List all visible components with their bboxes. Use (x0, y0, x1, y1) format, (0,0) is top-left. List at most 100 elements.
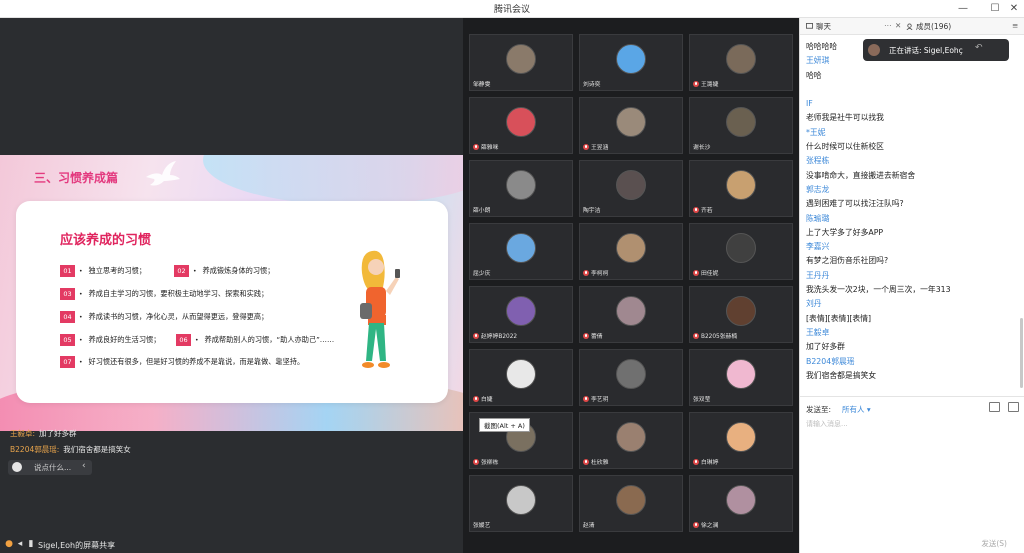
avatar (726, 233, 756, 263)
muted-mic-icon (693, 458, 699, 465)
muted-mic-icon (693, 332, 699, 339)
participant-tile[interactable]: 刘诗奕 (579, 34, 683, 91)
more-icon[interactable]: ⋯ (884, 21, 892, 30)
participant-name-text: 蕾倩 (591, 334, 603, 340)
participant-tile[interactable]: 赵婷婷B2022 (469, 286, 573, 343)
tab-chat[interactable]: 聊天 (806, 21, 831, 32)
participant-name: 薛雅咪 (473, 142, 498, 151)
message-sender[interactable]: 张程栋 (806, 154, 1016, 168)
message-list: 哈哈哈哈 王妍琪 哈哈 IF 老师我是社牛可以找我 *王妮 什么时候可以住新校区… (806, 40, 1016, 383)
participant-tile[interactable]: 王昱涵 (579, 97, 683, 154)
menu-icon[interactable]: ≡ (1012, 21, 1018, 30)
message-sender[interactable]: 刘丹 (806, 297, 1016, 311)
screen-share-area: 三、习惯养成篇 应该养成的习惯 01 • 独立思考的习惯； 02 • 养成锻炼身体的习惯… (0, 18, 463, 553)
participant-tile[interactable]: 赵清 (579, 475, 683, 532)
avatar (506, 170, 536, 200)
habit-text: 养成锻炼身体的习惯； (202, 266, 275, 275)
slide-decoration (203, 155, 463, 205)
participant-tile[interactable]: 屈少庆 (469, 223, 573, 280)
chevron-left-icon[interactable]: ‹ (82, 461, 86, 471)
habit-text: 养成帮助别人的习惯，“助人亦助己”…… (204, 335, 335, 344)
participant-tile[interactable]: 李艺玥 (579, 349, 683, 406)
overlay-chat-name: 王毅卓: (10, 429, 36, 438)
participant-name: 田佳妮 (693, 268, 718, 277)
participant-name: B2205张赫楠 (693, 331, 737, 340)
message-sender[interactable]: 郭志龙 (806, 183, 1016, 197)
participant-tile[interactable]: 薛雅咪 (469, 97, 573, 154)
emoji-icon[interactable] (12, 462, 22, 472)
participant-name-text: 薛小朗 (473, 208, 491, 214)
participant-name-text: 白婕 (481, 397, 493, 403)
overlay-chat-row: 王毅卓: 加了好多群 (10, 428, 77, 439)
participant-name: 张双莹 (693, 394, 710, 403)
chat-icon (806, 23, 813, 29)
panel-tabs: 聊天 ⋯ ✕ 成员(196) ≡ (800, 18, 1024, 35)
participant-tile[interactable]: 齐若 (689, 160, 793, 217)
message-input[interactable]: 请输入消息... (806, 419, 848, 429)
send-to-select[interactable]: 所有人 ▾ (842, 404, 871, 415)
participant-name-text: 李柯柯 (591, 271, 609, 277)
sharing-label: Sigel,Eoh的屏幕共享 (38, 541, 116, 550)
participant-tile[interactable]: 薛小朗 (469, 160, 573, 217)
close-icon[interactable]: ✕ (895, 21, 901, 30)
user-icon[interactable]: ● (4, 539, 14, 550)
participant-tile[interactable]: 王潞婕 (689, 34, 793, 91)
participant-name-text: 赵清 (583, 523, 595, 529)
participant-tile[interactable]: 李柯柯 (579, 223, 683, 280)
speaking-indicator: 正在讲话: Sigel,Eohç ↶ (863, 39, 1009, 61)
participant-name: 邹静雯 (473, 79, 490, 88)
girl-illustration (360, 250, 400, 368)
folder-icon[interactable] (989, 402, 1000, 412)
habit-text: 养成读书的习惯，净化心灵，从而望得更远，登得更高； (88, 312, 269, 321)
participant-name-text: 屈少庆 (473, 271, 491, 277)
message-sender[interactable]: 陈瑜璐 (806, 212, 1016, 226)
file-icon[interactable] (1008, 402, 1019, 412)
muted-mic-icon (583, 332, 589, 339)
participant-name-text: 刘诗奕 (583, 82, 601, 88)
habit-item: 01 • 独立思考的习惯； (60, 265, 146, 277)
message-text: 有梦之泪伤音乐社团吗? (806, 256, 889, 266)
chat-composer: 发送至: 所有人 ▾ 请输入消息... 发送(S) (800, 396, 1024, 553)
participant-tile[interactable]: 白琳婷 (689, 412, 793, 469)
participant-tile[interactable]: 张媛艺 (469, 475, 573, 532)
participant-name: 李柯柯 (583, 268, 608, 277)
volume-icon[interactable]: ◂ (15, 539, 25, 550)
participant-name: 齐若 (693, 205, 713, 214)
participant-name: 蕾倩 (583, 331, 603, 340)
maximize-icon[interactable]: ☐ (986, 0, 1004, 18)
chat-scrollbar[interactable] (1020, 318, 1023, 388)
message-sender[interactable]: B2204郭晨瑶 (806, 355, 1016, 369)
participant-tile[interactable]: 邹静雯 (469, 34, 573, 91)
participant-name: 赵婷婷B2022 (473, 331, 517, 340)
participant-tile[interactable]: 蕾倩 (579, 286, 683, 343)
message-sender[interactable]: *王妮 (806, 126, 1016, 140)
muted-mic-icon (583, 269, 589, 276)
participant-name: 薛小朗 (473, 205, 490, 214)
participant-name-text: 齐若 (701, 208, 713, 214)
participant-tile[interactable]: 陶宇洁 (579, 160, 683, 217)
reply-icon[interactable]: ↶ (975, 43, 983, 53)
participant-tile[interactable]: 田佳妮 (689, 223, 793, 280)
close-icon[interactable]: ✕ (1005, 0, 1023, 18)
participant-name: 杜欣雅 (583, 457, 608, 466)
mic-icon[interactable]: ▮ (26, 539, 36, 550)
message-sender[interactable]: 王毅卓 (806, 326, 1016, 340)
participant-tile[interactable]: 张双莹 (689, 349, 793, 406)
message-sender[interactable]: 王丹丹 (806, 269, 1016, 283)
message-text: 我洗头发一次2块，一个周三次，一年313 (806, 285, 951, 295)
message-sender[interactable]: IF (806, 97, 1016, 111)
participant-tile[interactable]: 杜欣雅 (579, 412, 683, 469)
participant-name-text: 陶宇洁 (583, 208, 601, 214)
participant-tile[interactable]: 徐之澜 (689, 475, 793, 532)
muted-mic-icon (693, 206, 699, 213)
say-something-input[interactable]: 说点什么... ‹ (8, 460, 92, 475)
minimize-icon[interactable]: — (954, 0, 972, 18)
send-button[interactable]: 发送(S) (981, 538, 1007, 549)
avatar (616, 296, 646, 326)
participant-tile[interactable]: 谢长沙 (689, 97, 793, 154)
tab-members[interactable]: 成员(196) (906, 21, 951, 32)
participant-tile[interactable]: B2205张赫楠 (689, 286, 793, 343)
message-sender[interactable]: 李嘉兴 (806, 240, 1016, 254)
participant-tile[interactable]: 白婕 (469, 349, 573, 406)
